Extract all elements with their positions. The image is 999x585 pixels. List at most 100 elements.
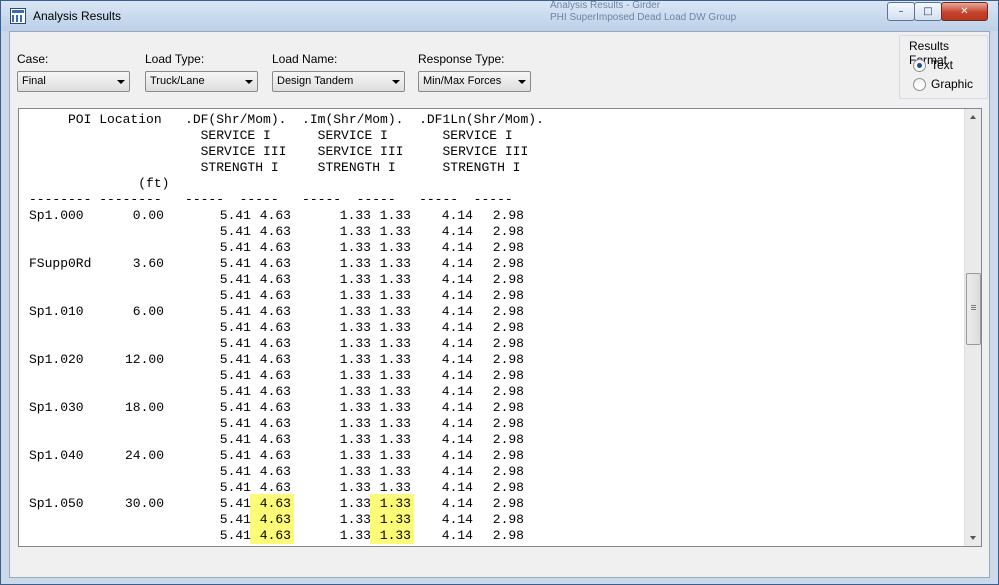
value-cell: 1.33 bbox=[339, 224, 371, 239]
value-cell: 2.98 bbox=[492, 384, 524, 399]
value-cell: 1.33 bbox=[339, 512, 371, 527]
value-cell: 2.98 bbox=[492, 480, 524, 495]
background-title-2: PHI SuperImposed Dead Load DW Group bbox=[550, 12, 737, 23]
value-cell: 1.33 bbox=[379, 256, 411, 271]
maximize-button[interactable]: □ bbox=[914, 2, 942, 21]
value-cell: 5.41 bbox=[219, 336, 251, 351]
load-type-label: Load Type: bbox=[145, 52, 205, 66]
scrollbar-thumb[interactable] bbox=[966, 273, 981, 345]
vertical-scrollbar[interactable] bbox=[964, 109, 981, 546]
value-cell: 5.41 bbox=[219, 240, 251, 255]
scroll-down-arrow-icon[interactable] bbox=[965, 529, 981, 546]
value-cell: 4.14 bbox=[441, 208, 473, 223]
value-cell: 1.33 bbox=[379, 320, 411, 335]
value-cell: 5.41 bbox=[219, 384, 251, 399]
value-cell: 1.33 bbox=[379, 384, 411, 399]
value-cell: 4.14 bbox=[441, 480, 473, 495]
value-cell: 1.33 bbox=[339, 416, 371, 431]
case-label: Case: bbox=[17, 52, 49, 66]
minimize-button[interactable]: – bbox=[887, 2, 915, 21]
value-cell: 4.63 bbox=[259, 272, 291, 287]
value-cell: 4.63 bbox=[259, 256, 291, 271]
value-cell: 4.14 bbox=[441, 512, 473, 527]
value-cell: 5.41 bbox=[219, 272, 251, 287]
value-cell: 1.33 bbox=[339, 272, 371, 287]
value-cell: 1.33 bbox=[339, 528, 371, 543]
text-radio-label[interactable]: Text bbox=[931, 58, 953, 72]
value-cell: 4.14 bbox=[441, 272, 473, 287]
graphic-radio-label[interactable]: Graphic bbox=[931, 77, 973, 91]
value-cell: 1.33 bbox=[379, 464, 411, 479]
value-cell: 4.63 bbox=[259, 432, 291, 447]
value-cell: 2.98 bbox=[492, 256, 524, 271]
chevron-down-icon bbox=[117, 80, 125, 84]
value-cell: 1.33 bbox=[379, 288, 411, 303]
results-text-area[interactable]: POI Location .DF(Shr/Mom). .Im(Shr/Mom).… bbox=[18, 108, 982, 547]
value-cell: 4.14 bbox=[441, 256, 473, 271]
report-content: POI Location .DF(Shr/Mom). .Im(Shr/Mom).… bbox=[19, 109, 964, 546]
value-cell: 4.14 bbox=[441, 400, 473, 415]
poi-cell: Sp1.050 bbox=[29, 496, 84, 511]
load-name-value: Design Tandem bbox=[277, 75, 354, 87]
chevron-down-icon bbox=[392, 80, 400, 84]
location-cell: 6.00 bbox=[132, 304, 164, 319]
close-button[interactable]: ✕ bbox=[941, 2, 988, 21]
value-cell: 1.33 bbox=[379, 240, 411, 255]
value-cell: 5.41 bbox=[219, 400, 251, 415]
scroll-up-arrow-icon[interactable] bbox=[965, 109, 981, 126]
value-cell: 4.14 bbox=[441, 464, 473, 479]
value-cell: 4.14 bbox=[441, 368, 473, 383]
graphic-radio[interactable] bbox=[913, 78, 926, 91]
case-dropdown[interactable]: Final bbox=[17, 71, 130, 92]
value-cell: 4.14 bbox=[441, 496, 473, 511]
value-cell: 4.14 bbox=[441, 240, 473, 255]
value-cell: 1.33 bbox=[379, 336, 411, 351]
value-cell: 5.41 bbox=[219, 480, 251, 495]
value-cell: 4.14 bbox=[441, 528, 473, 543]
value-cell: 1.33 bbox=[339, 384, 371, 399]
value-cell: 4.63 bbox=[259, 352, 291, 367]
value-cell: 4.14 bbox=[441, 416, 473, 431]
load-name-dropdown[interactable]: Design Tandem bbox=[272, 71, 405, 92]
value-cell: 4.63 bbox=[259, 304, 291, 319]
value-cell: 4.63 bbox=[259, 400, 291, 415]
text-radio[interactable] bbox=[913, 59, 926, 72]
value-cell: 4.63 bbox=[259, 384, 291, 399]
value-cell: 2.98 bbox=[492, 288, 524, 303]
value-cell: 1.33 bbox=[379, 496, 411, 511]
value-cell: 2.98 bbox=[492, 464, 524, 479]
value-cell: 2.98 bbox=[492, 208, 524, 223]
value-cell: 4.63 bbox=[259, 416, 291, 431]
value-cell: 4.14 bbox=[441, 224, 473, 239]
response-type-dropdown[interactable]: Min/Max Forces bbox=[418, 71, 531, 92]
background-window-text: Analysis Results - Girder PHI SuperImpos… bbox=[506, 0, 886, 31]
value-cell: 5.41 bbox=[219, 432, 251, 447]
value-cell: 2.98 bbox=[492, 368, 524, 383]
load-type-dropdown[interactable]: Truck/Lane bbox=[145, 71, 258, 92]
value-cell: 1.33 bbox=[339, 240, 371, 255]
value-cell: 1.33 bbox=[379, 368, 411, 383]
title-bar[interactable]: Analysis Results Analysis Results - Gird… bbox=[1, 0, 998, 31]
value-cell: 4.14 bbox=[441, 320, 473, 335]
chevron-down-icon bbox=[245, 80, 253, 84]
background-title-1: Analysis Results - Girder bbox=[550, 0, 661, 11]
window-title: Analysis Results bbox=[33, 9, 122, 23]
value-cell: 5.41 bbox=[219, 288, 251, 303]
value-cell: 5.41 bbox=[219, 512, 251, 527]
value-cell: 4.14 bbox=[441, 336, 473, 351]
value-cell: 4.14 bbox=[441, 432, 473, 447]
report-header-line: SERVICE III SERVICE III SERVICE III bbox=[29, 144, 529, 159]
response-type-label: Response Type: bbox=[418, 52, 505, 66]
location-cell: 30.00 bbox=[124, 496, 164, 511]
value-cell: 1.33 bbox=[379, 448, 411, 463]
report-separator-line: -------- -------- ----- ----- ----- ----… bbox=[29, 192, 513, 207]
value-cell: 1.33 bbox=[339, 448, 371, 463]
value-cell: 1.33 bbox=[339, 400, 371, 415]
poi-cell: FSupp0Rd bbox=[29, 256, 92, 271]
value-cell: 5.41 bbox=[219, 304, 251, 319]
value-cell: 5.41 bbox=[219, 320, 251, 335]
value-cell: 4.63 bbox=[259, 336, 291, 351]
value-cell: 1.33 bbox=[379, 224, 411, 239]
value-cell: 1.33 bbox=[379, 416, 411, 431]
poi-cell: Sp1.000 bbox=[29, 208, 84, 223]
